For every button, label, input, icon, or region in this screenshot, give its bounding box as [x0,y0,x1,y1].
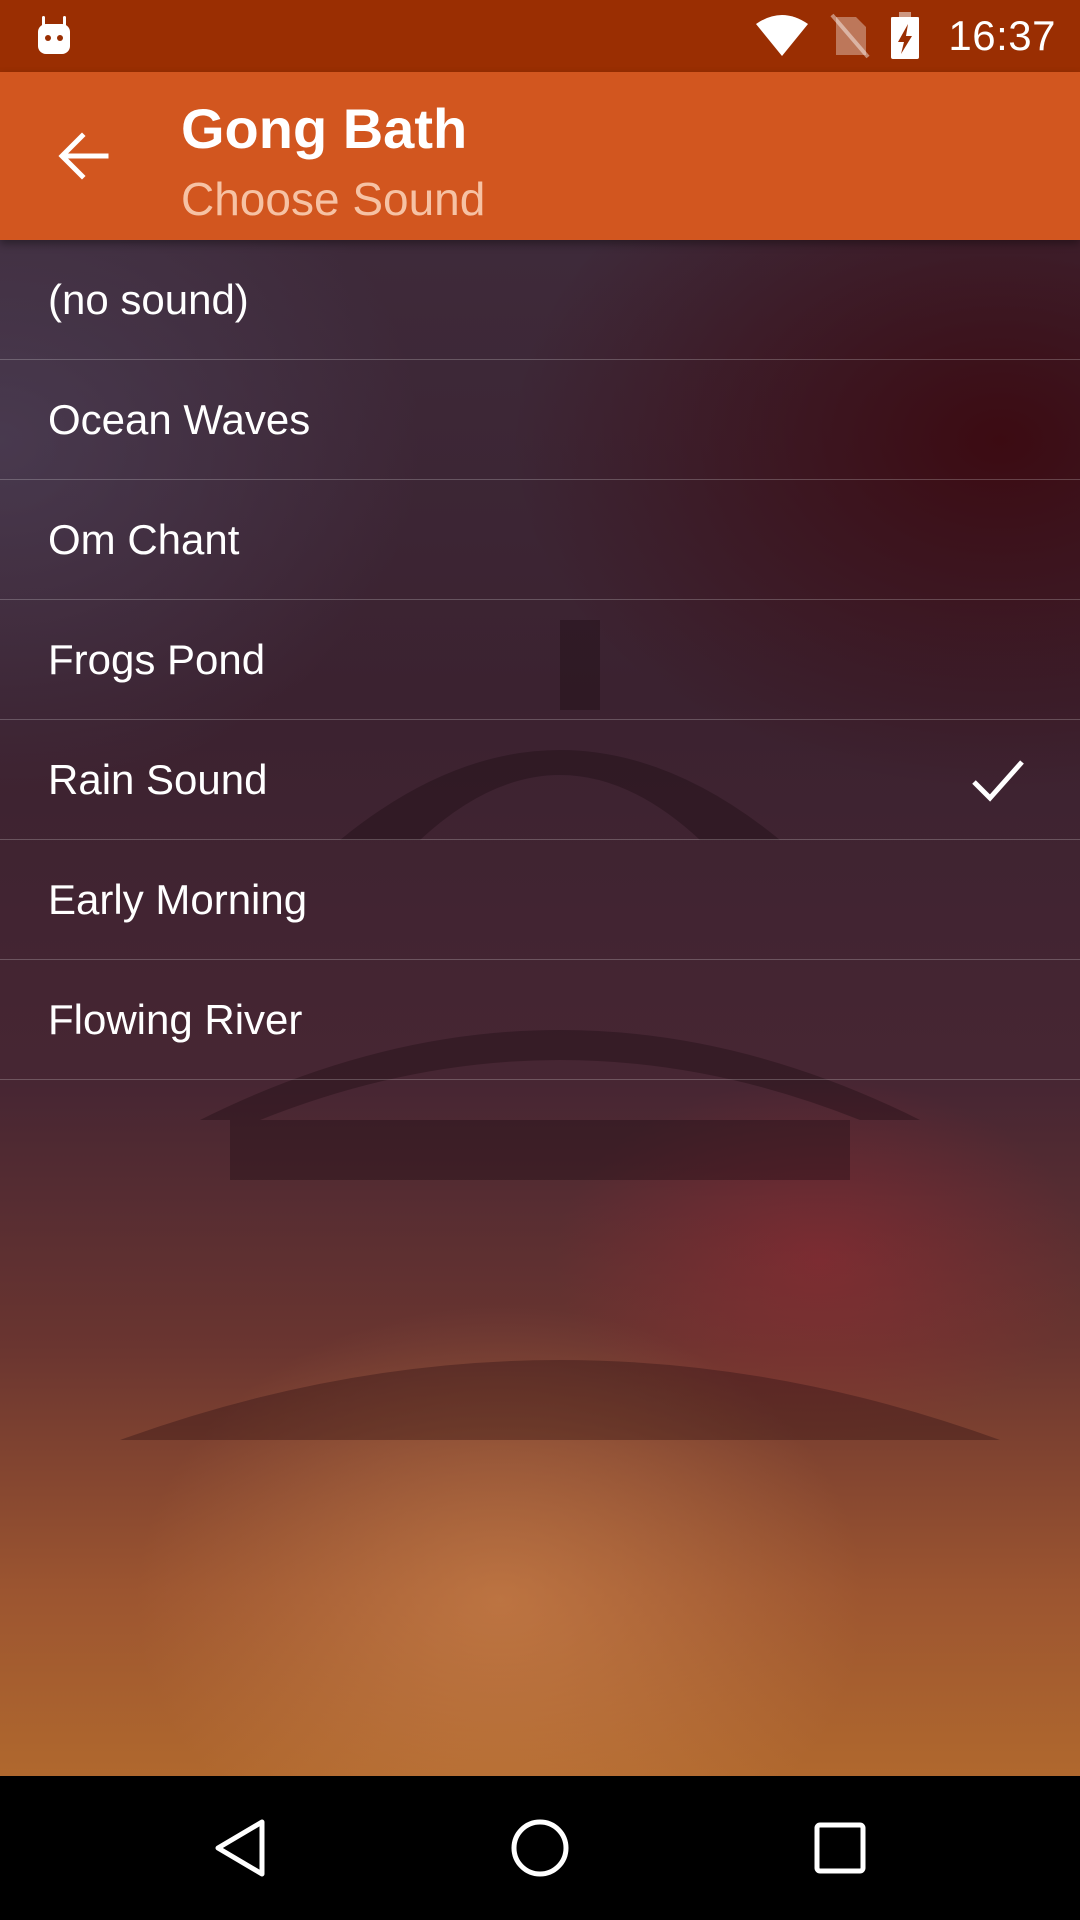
sound-item-flowing-river[interactable]: Flowing River [0,960,1080,1080]
home-circle-icon [511,1819,569,1877]
sound-item-label: Ocean Waves [48,395,311,443]
sound-item-label: Om Chant [48,515,240,563]
back-triangle-icon [215,1819,265,1877]
sound-item-early-morning[interactable]: Early Morning [0,840,1080,960]
battery-charging-icon [891,12,920,59]
wifi-icon [756,15,809,56]
sound-item-label: (no sound) [48,275,249,323]
sound-list-screen: (no sound) Ocean Waves Om Chant Frogs Po… [0,240,1080,1776]
sound-item-om-chant[interactable]: Om Chant [0,480,1080,600]
sound-item-label: Frogs Pond [48,635,266,683]
nav-back-button[interactable] [204,1812,276,1884]
nav-home-button[interactable] [504,1812,576,1884]
app-bar: Gong Bath Choose Sound [0,72,1080,240]
sound-item-rain-sound[interactable]: Rain Sound [0,720,1080,840]
nav-recents-button[interactable] [804,1812,876,1884]
sound-item-label: Rain Sound [48,755,268,803]
status-bar: 16:37 [0,0,1080,72]
sound-item-label: Flowing River [48,995,303,1043]
back-button[interactable] [36,108,132,204]
sound-list: (no sound) Ocean Waves Om Chant Frogs Po… [0,240,1080,1080]
status-icons: 16:37 [754,0,1056,72]
page-subtitle: Choose Sound [181,173,486,225]
system-nav-bar [0,1776,1080,1920]
sound-item-no-sound[interactable]: (no sound) [0,240,1080,360]
status-clock: 16:37 [948,12,1056,59]
sound-item-frogs-pond[interactable]: Frogs Pond [0,600,1080,720]
sound-item-label: Early Morning [48,875,308,923]
sound-item-ocean-waves[interactable]: Ocean Waves [0,360,1080,480]
android-notification-icon [38,16,70,54]
check-icon [972,760,1024,802]
arrow-back-icon [58,132,109,180]
page-title: Gong Bath [181,97,468,160]
recents-square-icon [814,1822,866,1874]
no-sim-icon [830,13,870,59]
